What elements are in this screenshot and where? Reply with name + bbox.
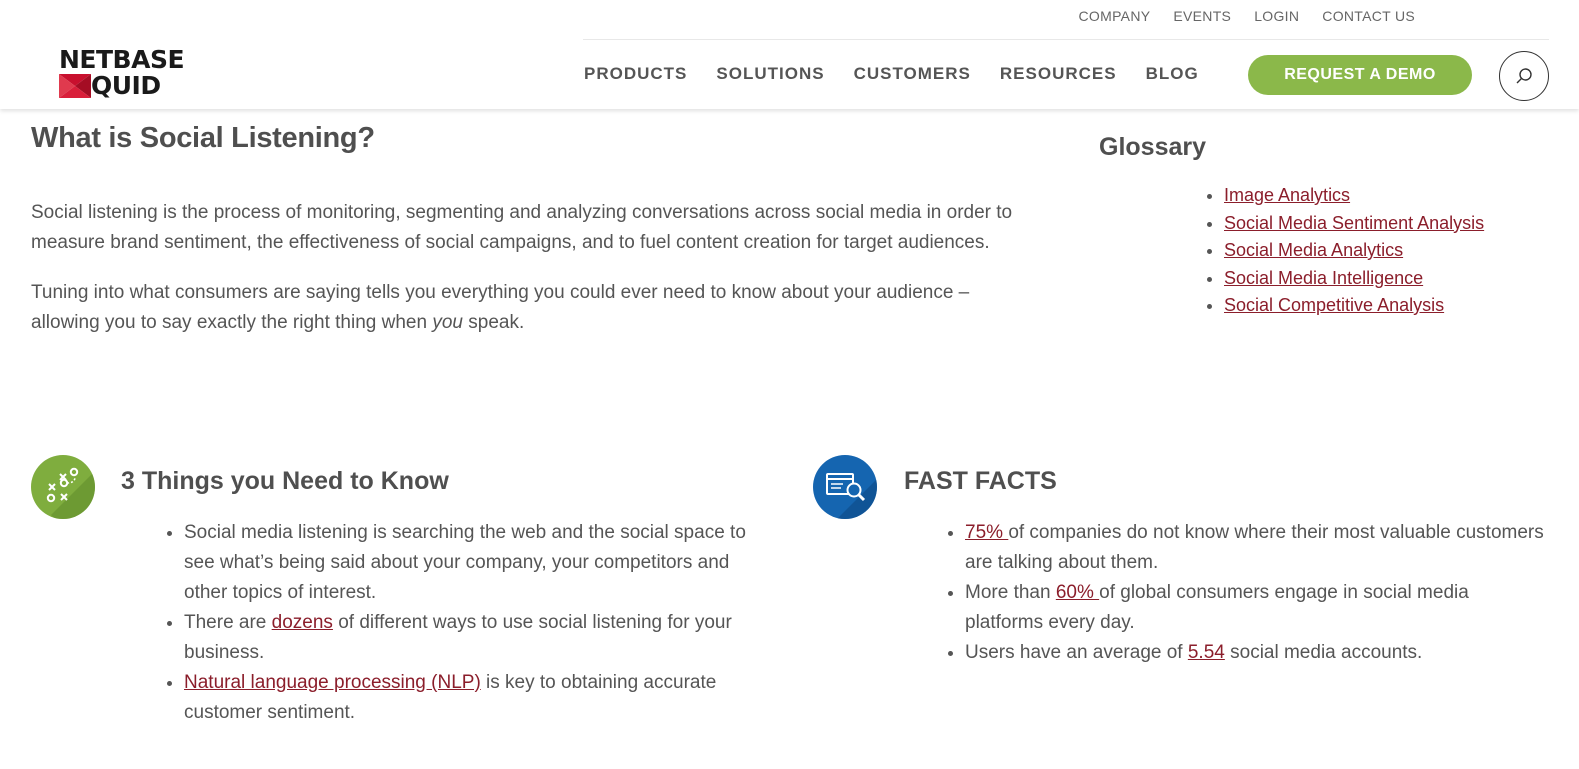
list-item: There are dozens of different ways to us… <box>184 608 754 668</box>
search-button[interactable] <box>1499 51 1549 101</box>
glossary-item: Social Competitive Analysis <box>1224 292 1484 320</box>
site-header: NETBASE QUID COMPANY EVENTS LOGIN CONTAC… <box>0 0 1579 109</box>
list-item: Natural language processing (NLP) is key… <box>184 668 754 728</box>
nav-company[interactable]: COMPANY <box>1079 8 1151 24</box>
logo-line-2: QUID <box>59 73 201 99</box>
glossary-item: Social Media Sentiment Analysis <box>1224 210 1484 238</box>
fast-facts-heading: FAST FACTS <box>904 467 1057 495</box>
glossary-link-image-analytics[interactable]: Image Analytics <box>1224 185 1350 205</box>
nav-products[interactable]: PRODUCTS <box>584 64 687 84</box>
stat-5-54-link[interactable]: 5.54 <box>1188 642 1225 663</box>
main-nav: PRODUCTS SOLUTIONS CUSTOMERS RESOURCES B… <box>584 64 1199 84</box>
things-to-know-list: Social media listening is searching the … <box>164 518 754 728</box>
glossary-heading: Glossary <box>1099 133 1207 161</box>
report-search-icon <box>813 455 877 519</box>
things-to-know-heading: 3 Things you Need to Know <box>121 467 449 495</box>
glossary-link-sentiment-analysis[interactable]: Social Media Sentiment Analysis <box>1224 213 1484 233</box>
glossary-item: Social Media Analytics <box>1224 237 1484 265</box>
intro-paragraph-2: Tuning into what consumers are saying te… <box>31 282 970 333</box>
nlp-link[interactable]: Natural language processing (NLP) <box>184 672 481 693</box>
glossary-link-social-media-analytics[interactable]: Social Media Analytics <box>1224 240 1403 260</box>
utility-nav: COMPANY EVENTS LOGIN CONTACT US <box>1079 8 1415 24</box>
header-divider <box>583 39 1549 40</box>
list-item: 75% of companies do not know where their… <box>965 518 1545 578</box>
stat-75-link[interactable]: 75% <box>965 522 1008 543</box>
list-item: Social media listening is searching the … <box>184 518 754 608</box>
nav-solutions[interactable]: SOLUTIONS <box>716 64 824 84</box>
glossary-item: Image Analytics <box>1224 182 1484 210</box>
stat-60-link[interactable]: 60% <box>1056 582 1099 603</box>
nav-login[interactable]: LOGIN <box>1254 8 1299 24</box>
logo-mark-icon <box>59 74 91 98</box>
glossary-item: Social Media Intelligence <box>1224 265 1484 293</box>
fast-facts-list: 75% of companies do not know where their… <box>945 518 1545 668</box>
strategy-play-icon <box>31 455 95 519</box>
dozens-link[interactable]: dozens <box>272 612 333 633</box>
intro-text: Social listening is the process of monit… <box>31 198 1031 358</box>
glossary-link-social-media-intelligence[interactable]: Social Media Intelligence <box>1224 268 1423 288</box>
list-item: More than 60% of global consumers engage… <box>965 578 1545 638</box>
page-title: What is Social Listening? <box>31 122 375 154</box>
glossary-link-competitive-analysis[interactable]: Social Competitive Analysis <box>1224 295 1444 315</box>
glossary-list: Image Analytics Social Media Sentiment A… <box>1224 182 1484 320</box>
list-item: Users have an average of 5.54 social med… <box>965 638 1545 668</box>
request-demo-button[interactable]: REQUEST A DEMO <box>1248 55 1472 95</box>
search-icon <box>1516 68 1532 84</box>
nav-customers[interactable]: CUSTOMERS <box>854 64 971 84</box>
intro-paragraph-1: Social listening is the process of monit… <box>31 202 1013 253</box>
netbase-quid-logo[interactable]: NETBASE QUID <box>59 47 201 99</box>
nav-resources[interactable]: RESOURCES <box>1000 64 1117 84</box>
nav-contact-us[interactable]: CONTACT US <box>1322 8 1415 24</box>
nav-blog[interactable]: BLOG <box>1146 64 1199 84</box>
logo-line-1: NETBASE <box>59 45 185 74</box>
nav-events[interactable]: EVENTS <box>1173 8 1231 24</box>
